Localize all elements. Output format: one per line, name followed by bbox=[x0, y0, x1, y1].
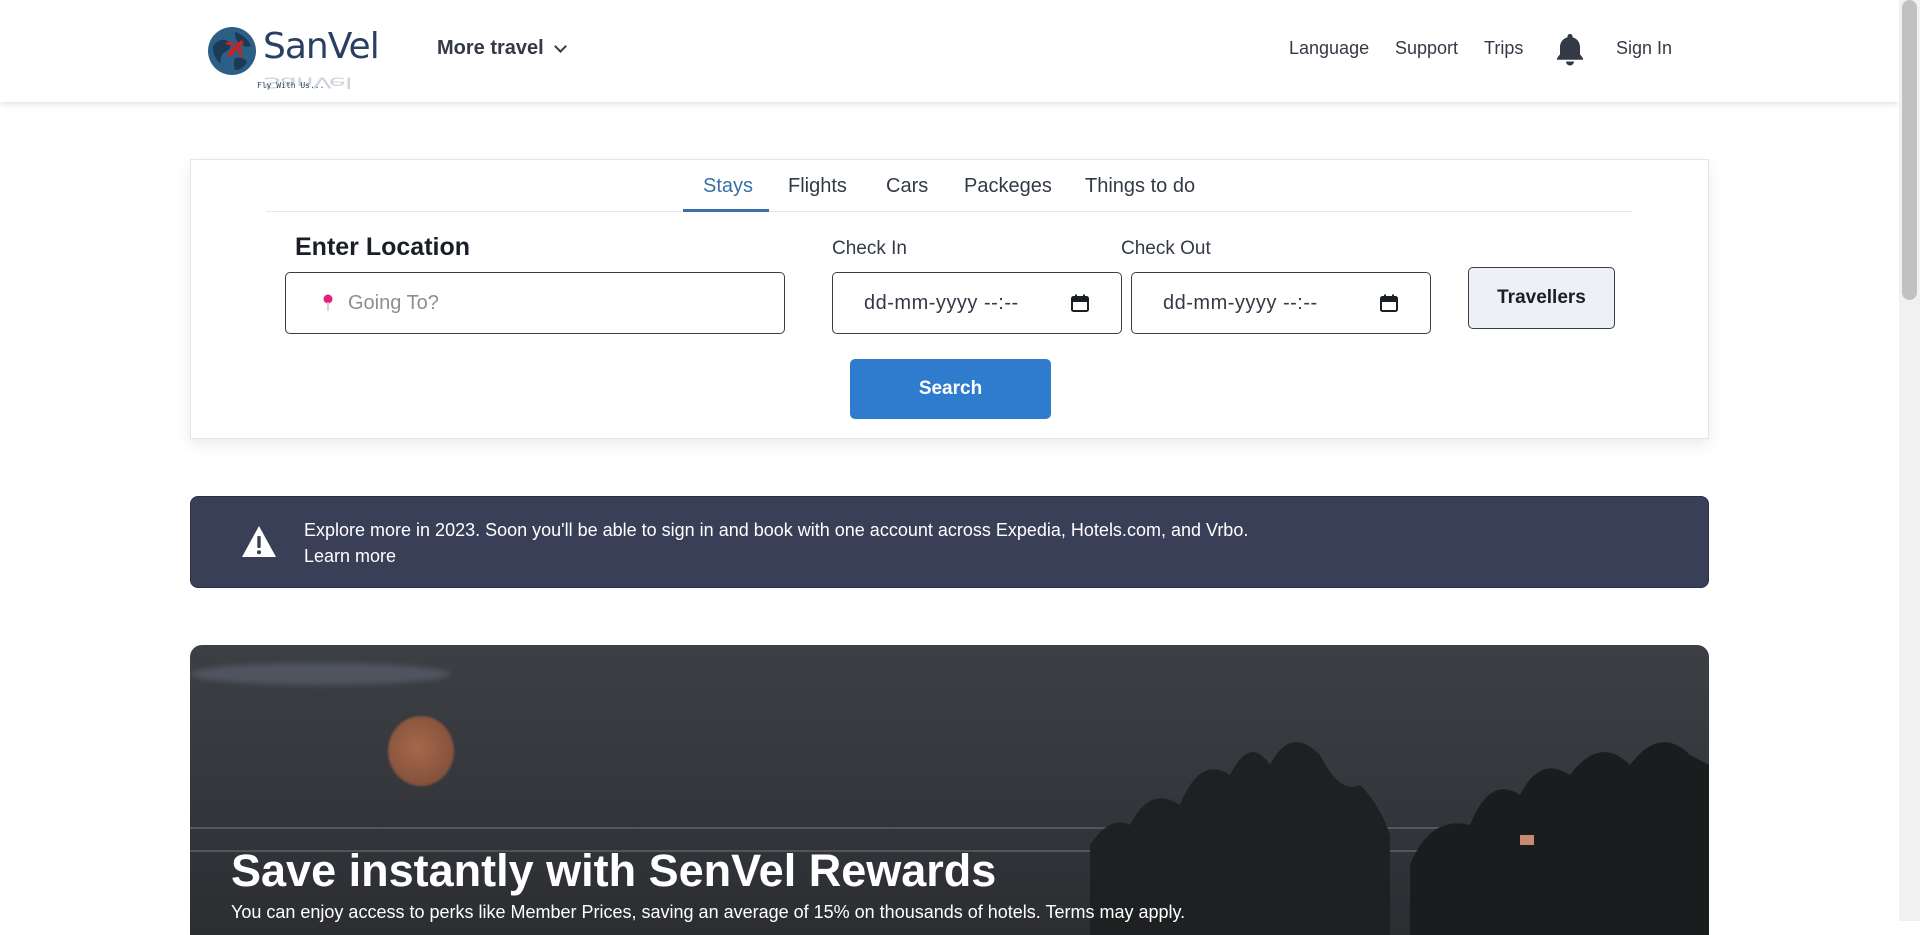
tab-flights[interactable]: Flights bbox=[788, 175, 847, 208]
tab-cars[interactable]: Cars bbox=[886, 175, 928, 208]
logo-wordmark: SanVel bbox=[263, 26, 380, 67]
sign-in-link[interactable]: Sign In bbox=[1616, 38, 1672, 59]
bell-icon[interactable] bbox=[1555, 31, 1585, 67]
tab-stays[interactable]: Stays bbox=[703, 175, 753, 208]
chevron-down-icon bbox=[553, 39, 567, 53]
search-button[interactable]: Search bbox=[850, 359, 1051, 419]
learn-more-link[interactable]: Learn more bbox=[304, 546, 396, 567]
calendar-icon[interactable] bbox=[1071, 294, 1089, 312]
globe-logo-icon bbox=[208, 27, 256, 75]
tab-packages[interactable]: Packeges bbox=[964, 175, 1052, 208]
top-navbar: SanVel SanVel Fly With Us... More travel… bbox=[0, 0, 1899, 102]
more-travel-menu[interactable]: More travel bbox=[437, 37, 567, 60]
notice-banner: Explore more in 2023. Soon you'll be abl… bbox=[190, 496, 1709, 588]
hero-subtitle: You can enjoy access to perks like Membe… bbox=[231, 902, 1186, 922]
notice-message: Explore more in 2023. Soon you'll be abl… bbox=[304, 520, 1249, 540]
nav-trips[interactable]: Trips bbox=[1484, 38, 1523, 59]
logo-tagline: Fly With Us... bbox=[257, 81, 325, 90]
hero-trees bbox=[1090, 742, 1709, 935]
warning-icon bbox=[242, 526, 276, 557]
check-in-value: dd-mm-yyyy --:-- bbox=[864, 291, 1019, 314]
tabs-divider bbox=[266, 211, 1632, 212]
location-input[interactable] bbox=[348, 291, 768, 315]
nav-support[interactable]: Support bbox=[1395, 38, 1458, 59]
location-pin-icon bbox=[323, 294, 333, 311]
calendar-icon[interactable] bbox=[1380, 294, 1398, 312]
check-out-field[interactable]: dd-mm-yyyy --:-- bbox=[1131, 272, 1431, 334]
check-in-label: Check In bbox=[832, 238, 907, 259]
check-in-field[interactable]: dd-mm-yyyy --:-- bbox=[832, 272, 1122, 334]
nav-language[interactable]: Language bbox=[1289, 38, 1369, 59]
scrollbar-thumb[interactable] bbox=[1902, 0, 1917, 300]
check-out-label: Check Out bbox=[1121, 238, 1211, 259]
hero-cloud bbox=[190, 663, 450, 685]
location-field[interactable] bbox=[285, 272, 785, 334]
tab-things-to-do[interactable]: Things to do bbox=[1085, 175, 1195, 208]
search-card: Stays Flights Cars Packeges Things to do… bbox=[190, 159, 1709, 439]
hero-title: Save instantly with SenVel Rewards bbox=[231, 845, 997, 896]
check-out-value: dd-mm-yyyy --:-- bbox=[1163, 291, 1318, 314]
travellers-button[interactable]: Travellers bbox=[1468, 267, 1615, 329]
rewards-hero: Save instantly with SenVel Rewards You c… bbox=[190, 645, 1709, 935]
hero-moon bbox=[388, 716, 454, 786]
sanvel-logo[interactable]: SanVel SanVel Fly With Us... bbox=[205, 20, 385, 92]
more-travel-label: More travel bbox=[437, 37, 544, 59]
location-label: Enter Location bbox=[295, 233, 471, 261]
active-tab-indicator bbox=[683, 209, 769, 212]
